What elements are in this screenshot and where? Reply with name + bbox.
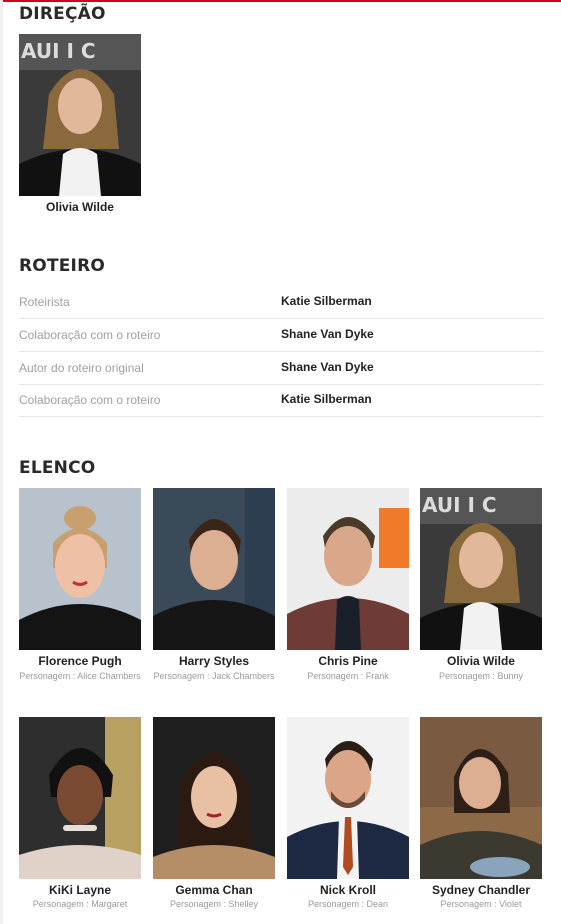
photo-harry-styles[interactable]	[153, 488, 275, 650]
cast-name-link[interactable]: Chris Pine	[287, 654, 409, 668]
cast-name-link[interactable]: Florence Pugh	[19, 654, 141, 668]
person-photo: AUI I C	[420, 488, 542, 650]
crew-row: Colaboração com o roteiro Shane Van Dyke	[19, 319, 543, 352]
crew-row: Colaboração com o roteiro Katie Silberma…	[19, 384, 543, 417]
photo-kiki-layne[interactable]	[19, 717, 141, 879]
photo-gemma-chan[interactable]	[153, 717, 275, 879]
director-name[interactable]: Olivia Wilde	[19, 200, 141, 214]
role-label: Personagem :	[32, 899, 89, 909]
cast-name-link[interactable]: Harry Styles	[153, 654, 275, 668]
crew-name-link[interactable]: Katie Silberman	[281, 294, 372, 308]
role-value: Margaret	[91, 899, 128, 909]
photo-sydney-chandler[interactable]	[420, 717, 542, 879]
person-photo	[19, 488, 141, 650]
top-accent-line	[0, 0, 561, 2]
photo-florence-pugh[interactable]	[19, 488, 141, 650]
cast-role: Personagem : Alice Chambers	[19, 671, 141, 682]
role-value: Alice Chambers	[77, 671, 141, 681]
role-label: Personagem :	[307, 671, 364, 681]
crew-job: Autor do roteiro original	[19, 361, 144, 375]
role-label: Personagem :	[169, 899, 226, 909]
cast-role: Personagem : Violet	[420, 899, 542, 910]
crew-row: Autor do roteiro original Shane Van Dyke	[19, 352, 543, 385]
section-title-roteiro: ROTEIRO	[19, 256, 106, 276]
cast-role: Personagem : Margaret	[19, 899, 141, 910]
cast-role: Personagem : Jack Chambers	[153, 671, 275, 682]
cast-role: Personagem : Frank	[287, 671, 409, 682]
role-value: Dean	[366, 899, 389, 909]
role-value: Shelley	[228, 899, 259, 909]
person-photo	[420, 717, 542, 879]
cast-name-link[interactable]: Gemma Chan	[153, 883, 275, 897]
role-label: Personagem :	[307, 899, 364, 909]
role-value: Violet	[499, 899, 522, 909]
crew-job: Roteirista	[19, 295, 70, 309]
cast-name-link[interactable]: Sydney Chandler	[420, 883, 542, 897]
crew-job: Colaboração com o roteiro	[19, 393, 161, 407]
photo-olivia-wilde-director[interactable]: AUI I C	[19, 34, 141, 196]
section-title-elenco: ELENCO	[19, 458, 96, 478]
role-value: Bunny	[497, 671, 524, 681]
role-label: Personagem :	[19, 671, 76, 681]
crew-name-link[interactable]: Shane Van Dyke	[281, 327, 374, 341]
svg-text:AUI I C: AUI I C	[21, 39, 96, 63]
photo-olivia-wilde[interactable]: AUI I C	[420, 488, 542, 650]
person-photo	[153, 717, 275, 879]
cast-role: Personagem : Dean	[287, 899, 409, 910]
person-photo: AUI I C	[19, 34, 141, 196]
cast-role: Personagem : Shelley	[153, 899, 275, 910]
role-label: Personagem :	[440, 899, 497, 909]
role-label: Personagem :	[153, 671, 210, 681]
crew-row: Roteirista Katie Silberman	[19, 286, 543, 319]
role-label: Personagem :	[438, 671, 495, 681]
section-title-direcao: DIREÇÃO	[19, 4, 106, 24]
role-value: Frank	[365, 671, 389, 681]
cast-name-link[interactable]: Olivia Wilde	[420, 654, 542, 668]
page-left-border	[0, 0, 3, 924]
person-photo	[19, 717, 141, 879]
crew-name-link[interactable]: Shane Van Dyke	[281, 360, 374, 374]
role-value: Jack Chambers	[212, 671, 275, 681]
cast-role: Personagem : Bunny	[420, 671, 542, 682]
cast-name-link[interactable]: KiKi Layne	[19, 883, 141, 897]
svg-text:AUI I C: AUI I C	[422, 493, 497, 517]
person-photo	[287, 488, 409, 650]
person-photo	[287, 717, 409, 879]
crew-job: Colaboração com o roteiro	[19, 328, 161, 342]
photo-chris-pine[interactable]	[287, 488, 409, 650]
person-photo	[153, 488, 275, 650]
crew-name-link[interactable]: Katie Silberman	[281, 392, 372, 406]
photo-nick-kroll[interactable]	[287, 717, 409, 879]
cast-name-link[interactable]: Nick Kroll	[287, 883, 409, 897]
